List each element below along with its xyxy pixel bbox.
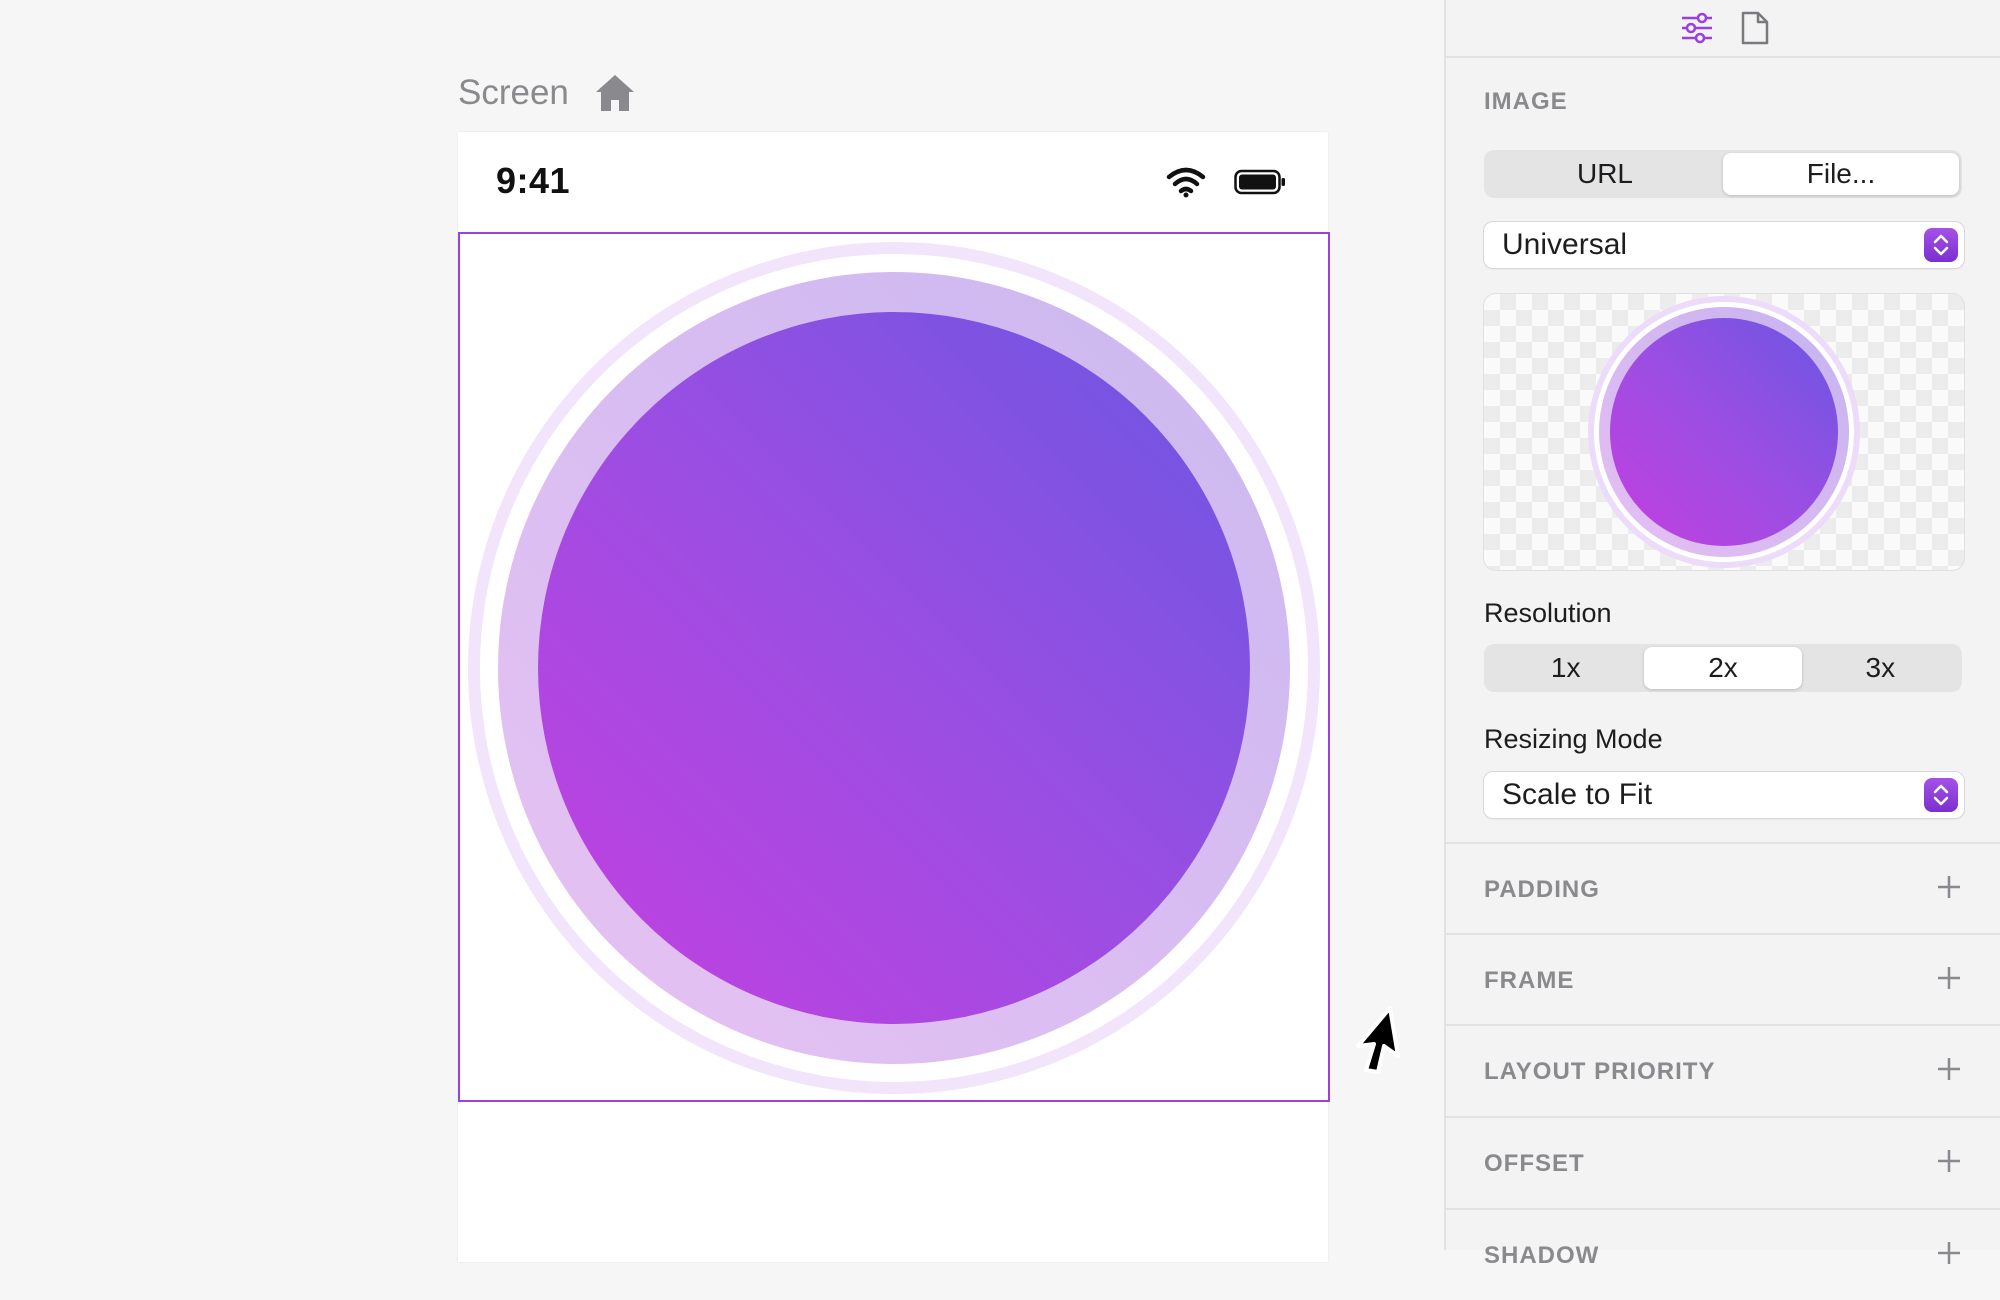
phone-preview: 9:41	[458, 132, 1330, 1262]
resizing-mode-label: Resizing Mode	[1484, 724, 1663, 754]
home-icon	[595, 75, 634, 111]
screen-title: Screen	[458, 73, 569, 112]
add-shadow-plus-icon[interactable]	[1934, 1238, 1964, 1268]
frame-section[interactable]: FRAME	[1446, 933, 2000, 1025]
image-preview[interactable]	[1484, 294, 1964, 570]
file-icon[interactable]	[1740, 10, 1770, 46]
image-preview-thumbnail	[1588, 296, 1860, 568]
add-frame-plus-icon[interactable]	[1934, 963, 1964, 993]
padding-heading: PADDING	[1484, 876, 1600, 903]
mouse-cursor-icon	[1356, 1006, 1400, 1074]
battery-icon	[1234, 169, 1285, 195]
resizing-mode-popup-label: Scale to Fit	[1502, 778, 1653, 811]
wifi-icon	[1166, 167, 1206, 198]
layout-priority-section[interactable]: LAYOUT PRIORITY	[1446, 1024, 2000, 1116]
add-offset-plus-icon[interactable]	[1934, 1146, 1964, 1176]
selected-image-view[interactable]	[458, 232, 1330, 1102]
resolution-segmented: 1x 2x 3x	[1484, 644, 1962, 692]
inspector-panel: IMAGE URL File... Universal Resolution 1…	[1444, 0, 2000, 1269]
offset-section[interactable]: OFFSET	[1446, 1116, 2000, 1208]
offset-heading: OFFSET	[1484, 1150, 1585, 1177]
image-section-heading: IMAGE	[1484, 88, 1568, 115]
inspector-tabs	[1446, 0, 2000, 58]
resolution-3x-segment[interactable]: 3x	[1802, 647, 1959, 689]
source-url-segment[interactable]: URL	[1487, 153, 1723, 195]
frame-heading: FRAME	[1484, 967, 1575, 994]
resizing-mode-popup[interactable]: Scale to Fit	[1484, 772, 1964, 818]
screen-header: Screen	[458, 70, 637, 116]
shadow-section[interactable]: SHADOW	[1446, 1208, 2000, 1300]
source-file-segment[interactable]: File...	[1723, 153, 1959, 195]
layout-priority-heading: LAYOUT PRIORITY	[1484, 1058, 1716, 1085]
status-bar: 9:41	[458, 132, 1328, 232]
popup-stepper-icon	[1924, 778, 1958, 812]
shadow-heading: SHADOW	[1484, 1242, 1600, 1269]
resolution-label: Resolution	[1484, 598, 1612, 628]
circle-image	[468, 242, 1320, 1094]
add-layout-priority-plus-icon[interactable]	[1934, 1054, 1964, 1084]
status-time: 9:41	[496, 160, 571, 201]
device-popup-label: Universal	[1502, 228, 1628, 261]
resolution-2x-segment[interactable]: 2x	[1644, 647, 1802, 689]
popup-stepper-icon	[1924, 228, 1958, 262]
add-padding-plus-icon[interactable]	[1934, 872, 1964, 902]
padding-section[interactable]: PADDING	[1446, 842, 2000, 934]
design-canvas[interactable]: Screen 9:41	[0, 0, 1444, 1262]
attributes-icon[interactable]	[1680, 12, 1714, 44]
device-popup[interactable]: Universal	[1484, 222, 1964, 268]
resolution-1x-segment[interactable]: 1x	[1487, 647, 1644, 689]
image-source-segmented: URL File...	[1484, 150, 1962, 198]
